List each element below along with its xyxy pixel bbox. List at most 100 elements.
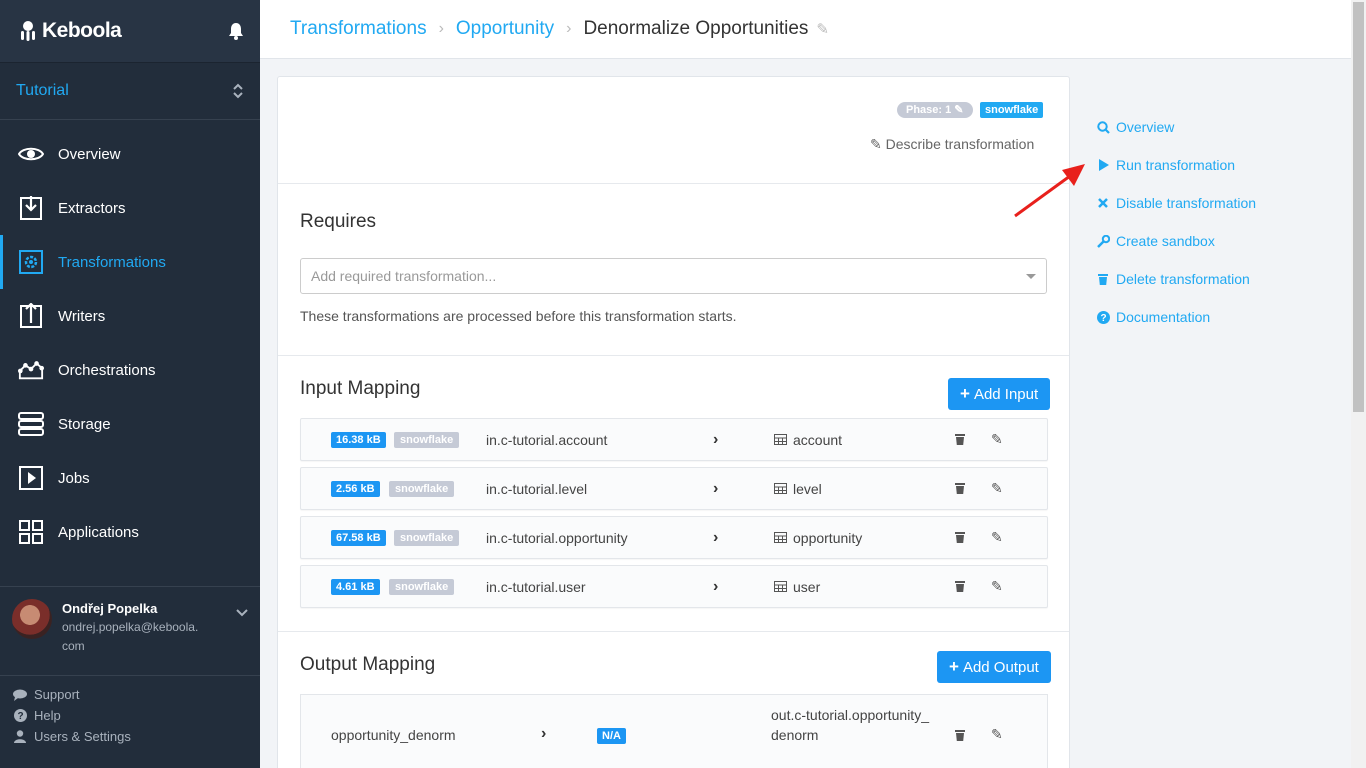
chevron-down-icon <box>236 609 248 617</box>
question-icon: ? <box>1096 310 1110 324</box>
action-create-sandbox[interactable]: Create sandbox <box>1096 222 1256 260</box>
sidebar-item-transformations[interactable]: Transformations <box>0 235 260 289</box>
size-badge: 16.38 kB <box>331 431 386 448</box>
breadcrumb-opportunity[interactable]: Opportunity <box>456 18 554 40</box>
add-input-label: Add Input <box>973 385 1039 403</box>
action-label: Delete transformation <box>1116 271 1250 287</box>
pencil-icon[interactable]: ✎ <box>991 726 1003 743</box>
trash-icon <box>1096 273 1110 285</box>
source-table: in.c-tutorial.level <box>486 480 588 497</box>
sidebar-item-label: Overview <box>58 145 121 163</box>
size-badge: N/A <box>597 728 626 744</box>
backend-badge: snowflake <box>394 431 460 448</box>
sidebar-item-extractors[interactable]: Extractors <box>0 181 260 235</box>
describe-label: Describe transformation <box>885 136 1035 152</box>
destination-label: account <box>793 431 843 448</box>
sidebar-item-writers[interactable]: Writers <box>0 289 260 343</box>
pencil-icon[interactable]: ✎ <box>991 529 1003 546</box>
help-link[interactable]: ? Help <box>12 705 131 726</box>
scrollbar-thumb[interactable] <box>1353 2 1364 412</box>
users-settings-link[interactable]: Users & Settings <box>12 726 131 747</box>
backend-badge: snowflake <box>389 480 455 497</box>
question-icon: ? <box>12 709 28 722</box>
backend-badge: snowflake <box>394 529 460 546</box>
transformation-actions: Overview Run transformation Disable tran… <box>1096 108 1256 336</box>
phase-badge-label: Phase: 1 <box>906 104 952 116</box>
plus-icon: + <box>960 384 970 403</box>
requires-title: Requires <box>300 211 377 232</box>
sidebar-item-applications[interactable]: Applications <box>0 505 260 559</box>
action-disable-transformation[interactable]: Disable transformation <box>1096 184 1256 222</box>
bell-icon[interactable] <box>228 22 244 40</box>
download-icon <box>18 195 44 221</box>
input-mapping-row[interactable]: 67.58 kB snowflake in.c-tutorial.opportu… <box>300 516 1048 559</box>
sidebar-item-jobs[interactable]: Jobs <box>0 451 260 505</box>
table-icon <box>774 579 787 595</box>
requires-section: Requires Add required transformation... … <box>278 184 1069 356</box>
play-icon <box>18 465 44 491</box>
describe-transformation-link[interactable]: ✎ Describe transformation <box>870 136 1034 153</box>
action-label: Run transformation <box>1116 157 1236 173</box>
sidebar-item-orchestrations[interactable]: Orchestrations <box>0 343 260 397</box>
requires-help-text: These transformations are processed befo… <box>300 308 737 324</box>
pencil-icon[interactable]: ✎ <box>991 480 1003 497</box>
action-overview[interactable]: Overview <box>1096 108 1256 146</box>
input-mapping-row[interactable]: 4.61 kB snowflake in.c-tutorial.user › u… <box>300 565 1048 608</box>
sidebar-item-overview[interactable]: Overview <box>0 127 260 181</box>
trash-icon[interactable] <box>955 481 965 497</box>
svg-text:?: ? <box>1100 313 1106 324</box>
sidebar-item-label: Jobs <box>58 469 90 487</box>
keboola-logo-icon <box>21 21 35 41</box>
trash-icon[interactable] <box>955 530 965 546</box>
phase-badge[interactable]: Phase: 1 ✎ <box>897 102 973 118</box>
required-transformation-select[interactable]: Add required transformation... <box>300 258 1047 294</box>
input-mapping-list: 16.38 kB snowflake in.c-tutorial.account… <box>300 418 1048 614</box>
action-run-transformation[interactable]: Run transformation <box>1096 146 1256 184</box>
action-documentation[interactable]: ? Documentation <box>1096 298 1256 336</box>
output-mapping-title: Output Mapping <box>300 654 436 675</box>
logo[interactable]: Keboola <box>18 19 122 43</box>
destination-label: user <box>793 578 821 595</box>
orchestration-icon <box>18 357 44 383</box>
sidebar-item-storage[interactable]: Storage <box>0 397 260 451</box>
output-destination-table: out.c-tutorial.opportunity_denorm <box>771 707 929 743</box>
pencil-icon[interactable]: ✎ <box>991 431 1003 448</box>
trash-icon[interactable] <box>955 728 965 744</box>
wrench-icon <box>1096 234 1110 248</box>
output-mapping-row[interactable]: opportunity_denorm › N/A out.c-tutorial.… <box>300 694 1048 768</box>
add-output-button[interactable]: + Add Output <box>937 651 1051 683</box>
destination-table: opportunity <box>774 530 862 546</box>
play-icon <box>1096 159 1110 171</box>
pencil-icon[interactable]: ✎ <box>991 578 1003 595</box>
table-icon <box>774 432 787 448</box>
user-menu[interactable]: Ondřej Popelka ondrej.popelka@keboola.co… <box>0 586 260 676</box>
add-input-button[interactable]: + Add Input <box>948 378 1051 410</box>
breadcrumb-separator-icon: › <box>566 20 572 37</box>
edit-title-pencil-icon[interactable]: ✎ <box>816 20 829 38</box>
gear-icon <box>18 249 44 275</box>
breadcrumb: Transformations › Opportunity › Denormal… <box>260 0 1352 59</box>
breadcrumb-transformations[interactable]: Transformations <box>290 18 427 40</box>
destination-table: account <box>774 432 842 448</box>
storage-icon <box>18 411 44 437</box>
project-name: Tutorial <box>16 82 69 99</box>
breadcrumb-separator-icon: › <box>438 20 444 37</box>
user-email: ondrej.popelka@keboola.com <box>62 620 199 653</box>
support-label: Support <box>34 687 80 702</box>
trash-icon[interactable] <box>955 432 965 448</box>
trash-icon[interactable] <box>955 579 965 595</box>
avatar <box>12 599 52 639</box>
input-mapping-row[interactable]: 16.38 kB snowflake in.c-tutorial.account… <box>300 418 1048 461</box>
size-badge: 4.61 kB <box>331 578 380 595</box>
page-scrollbar[interactable] <box>1351 0 1366 768</box>
source-table: in.c-tutorial.user <box>486 578 586 595</box>
sidebar-item-label: Storage <box>58 415 111 433</box>
size-badge: 67.58 kB <box>331 529 386 546</box>
support-link[interactable]: Support <box>12 684 131 705</box>
input-mapping-row[interactable]: 2.56 kB snowflake in.c-tutorial.level › … <box>300 467 1048 510</box>
backend-badge: snowflake <box>389 578 455 595</box>
close-icon <box>1096 198 1110 208</box>
action-delete-transformation[interactable]: Delete transformation <box>1096 260 1256 298</box>
output-mapping-section: Output Mapping + Add Output opportunity_d… <box>278 632 1069 768</box>
project-switcher[interactable]: Tutorial <box>0 62 260 120</box>
